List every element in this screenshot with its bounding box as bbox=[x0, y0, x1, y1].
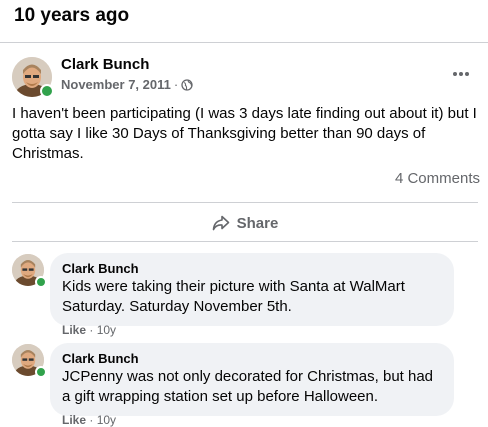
share-label: Share bbox=[236, 214, 279, 232]
comment-author-name[interactable]: Clark Bunch bbox=[62, 351, 442, 367]
online-status-dot bbox=[35, 276, 47, 288]
comment-text: Kids were taking their picture with Sant… bbox=[62, 278, 405, 315]
comment-author-avatar[interactable] bbox=[12, 254, 47, 288]
comment-bubble: Clark Bunch Kids were taking their pictu… bbox=[50, 253, 454, 326]
globe-icon[interactable] bbox=[181, 78, 193, 91]
divider bbox=[12, 241, 478, 242]
divider bbox=[12, 202, 478, 203]
comment-text: JCPenny was not only decorated for Chris… bbox=[62, 368, 434, 405]
more-horizontal-icon bbox=[453, 72, 469, 76]
online-status-dot bbox=[40, 84, 54, 98]
online-status-dot bbox=[35, 366, 47, 378]
divider bbox=[0, 42, 488, 43]
post-date[interactable]: November 7, 2011 bbox=[61, 77, 171, 92]
comment-author-name[interactable]: Clark Bunch bbox=[62, 261, 442, 277]
post-author-avatar[interactable] bbox=[12, 57, 54, 98]
comment-actions: Like · 10y bbox=[62, 323, 116, 337]
comment-count-link[interactable]: 4 Comments bbox=[395, 170, 480, 187]
memory-heading: 10 years ago bbox=[14, 5, 130, 26]
comment-bubble: Clark Bunch JCPenny was not only decorat… bbox=[50, 343, 454, 416]
post-author-name[interactable]: Clark Bunch bbox=[61, 56, 149, 73]
meta-separator: · bbox=[173, 77, 179, 92]
share-button[interactable]: Share bbox=[12, 206, 478, 240]
more-options-button[interactable] bbox=[448, 64, 474, 84]
comment-age[interactable]: 10y bbox=[97, 323, 116, 337]
meta-separator: · bbox=[89, 323, 94, 337]
share-arrow-icon bbox=[212, 215, 229, 231]
like-button[interactable]: Like bbox=[62, 323, 86, 337]
post-meta: November 7, 2011 · bbox=[61, 77, 193, 92]
post-text: I haven't been participating (I was 3 da… bbox=[12, 105, 477, 162]
comment-author-avatar[interactable] bbox=[12, 344, 47, 378]
